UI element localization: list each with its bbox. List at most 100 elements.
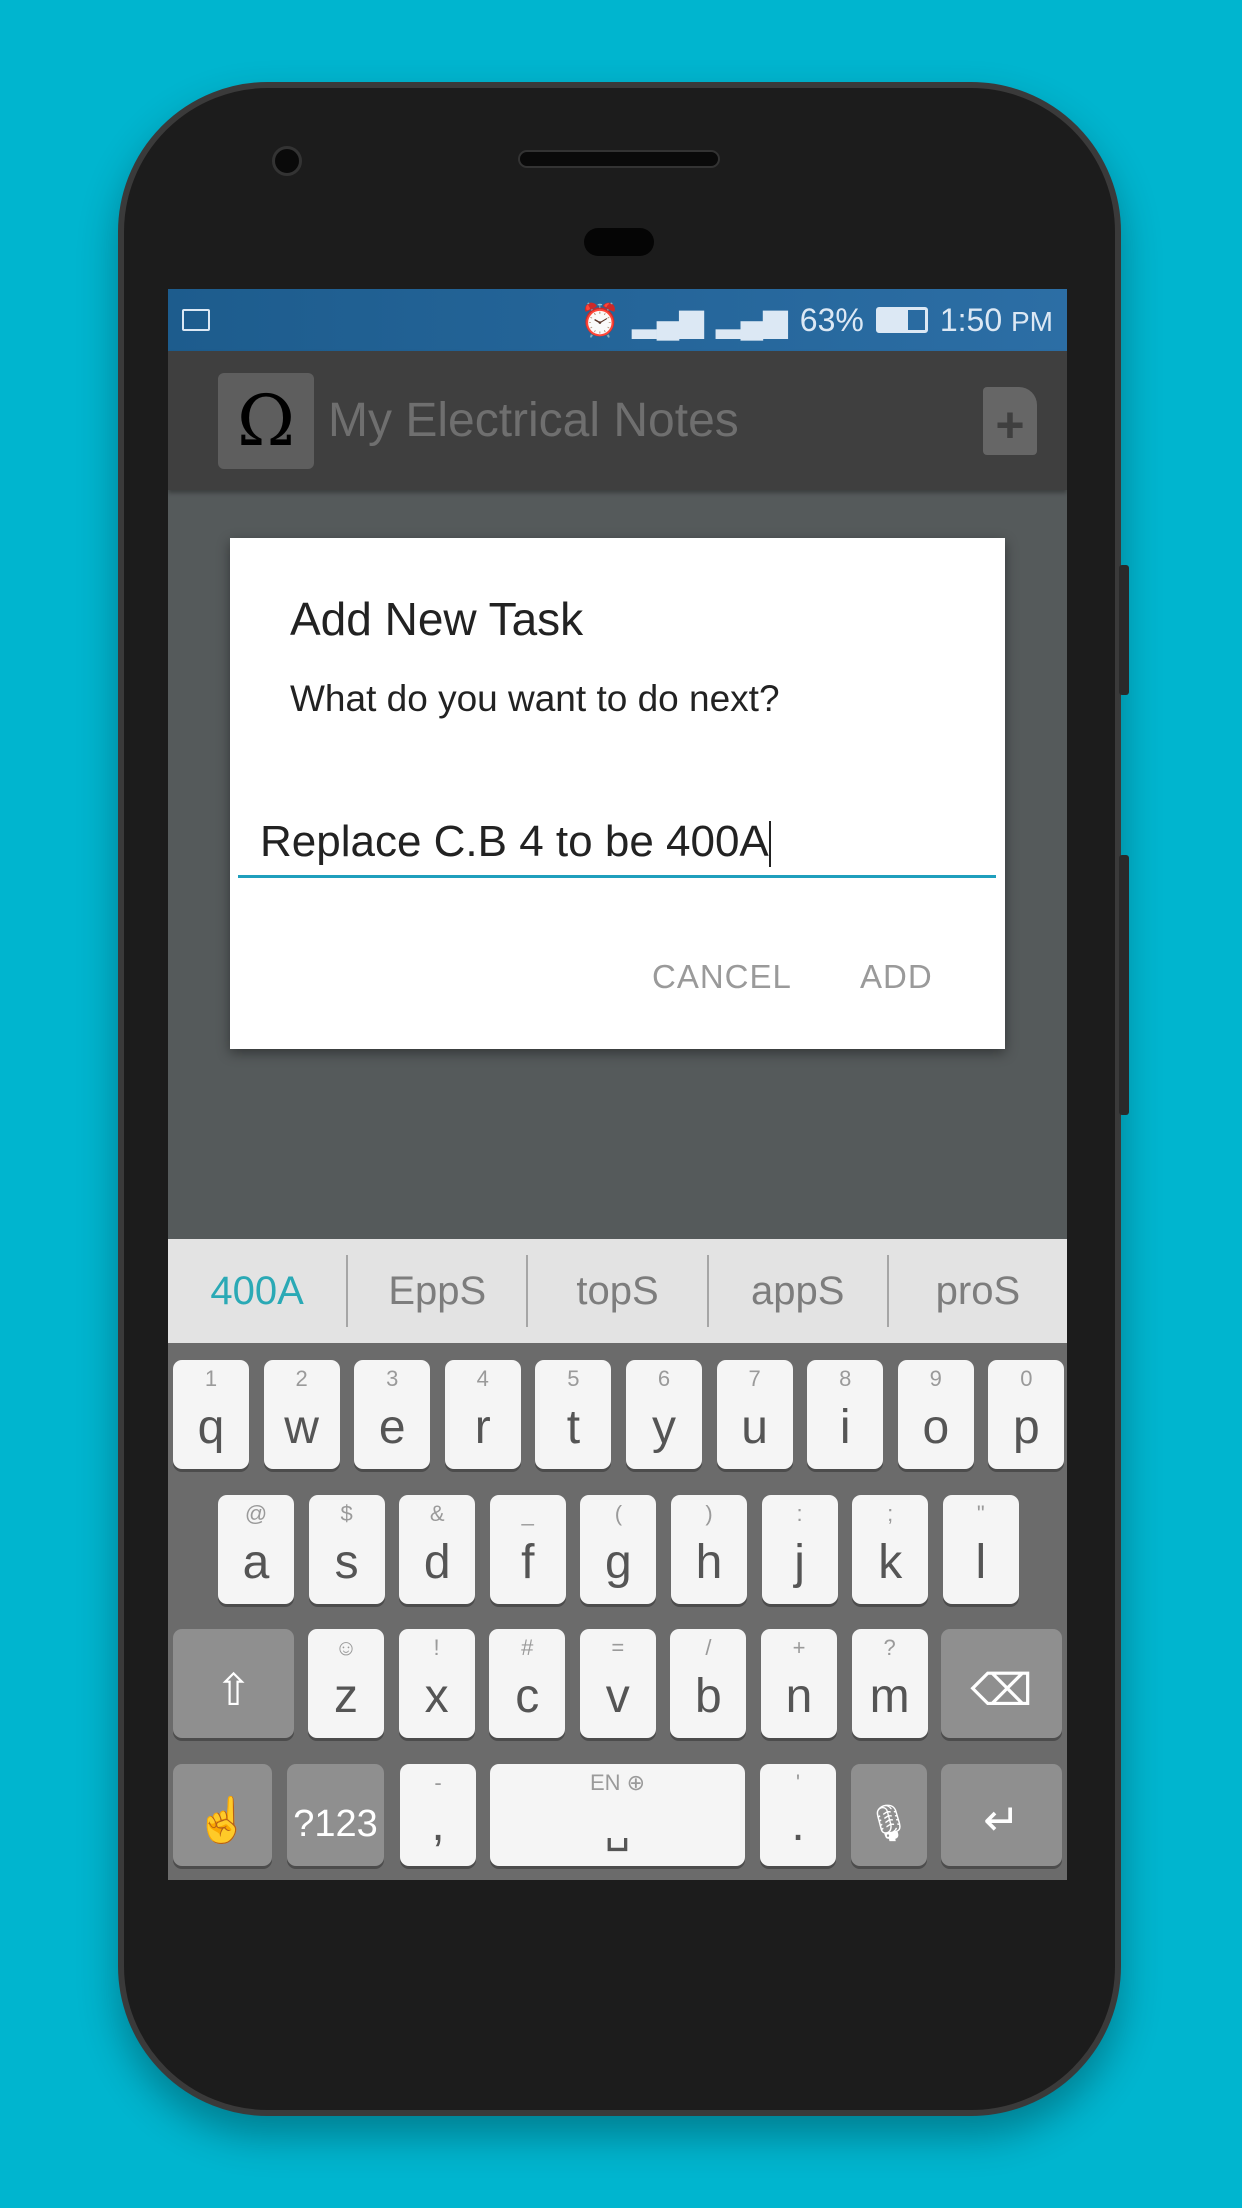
key-label: n [785, 1670, 813, 1723]
dialog-title: Add New Task [290, 593, 584, 645]
key-hint: 2 [295, 1366, 308, 1391]
soft-keyboard: 400A EppS topS appS proS 1q2w3e4r5t6y7u8… [168, 1239, 1067, 1880]
key-label: b [695, 1670, 722, 1723]
key-label: x [424, 1670, 449, 1723]
key-label: s [334, 1536, 359, 1589]
key-label: z [334, 1670, 358, 1723]
volume-button [1119, 855, 1129, 1115]
comma-key[interactable]: -, [400, 1764, 476, 1866]
suggestion[interactable]: 400A [168, 1255, 349, 1327]
space-key[interactable]: EN ⊕ ␣ [490, 1764, 745, 1866]
enter-key[interactable]: ↵ [941, 1764, 1062, 1866]
app-title: My Electrical Notes [328, 394, 739, 447]
suggestion[interactable]: appS [709, 1255, 889, 1327]
key-p[interactable]: 0p [988, 1360, 1065, 1469]
key-r[interactable]: 4r [444, 1360, 521, 1469]
key-hint: 7 [748, 1366, 761, 1391]
mic-key[interactable]: 🎙 [851, 1764, 927, 1866]
battery-icon [875, 307, 928, 333]
clock: 1:50 PM [939, 301, 1053, 338]
cancel-button[interactable]: CANCEL [652, 958, 792, 996]
key-t[interactable]: 5t [535, 1360, 612, 1469]
alarm-icon: ⏰ [580, 302, 620, 338]
signal-icon-2: ▂▄▆ [715, 302, 788, 338]
backspace-key[interactable]: ⌫ [941, 1629, 1062, 1738]
key-label: e [378, 1401, 406, 1454]
key-s[interactable]: $ s [308, 1495, 385, 1604]
key-label: v [605, 1670, 630, 1723]
key-y[interactable]: 6y [626, 1360, 702, 1469]
key-hint: $ [340, 1501, 353, 1526]
key-hint: 3 [386, 1366, 399, 1391]
key-label: j [794, 1536, 805, 1589]
key-e[interactable]: 3e [354, 1360, 431, 1469]
key-z[interactable]: ☺ z [308, 1629, 384, 1738]
gesture-key[interactable]: ☝ [173, 1764, 272, 1866]
phone-screen: ⏰ ▂▄▆ ▂▄▆ 63% 1:50 PM Ω My Electrical No… [168, 289, 1067, 1880]
suggestion[interactable]: EppS [348, 1255, 529, 1327]
key-h[interactable]: ) h [671, 1495, 747, 1604]
battery-percent: 63% [799, 301, 864, 338]
key-j[interactable]: :j [761, 1495, 838, 1604]
key-hint: : [796, 1501, 803, 1526]
key-hint: & [429, 1501, 445, 1526]
key-label: r [474, 1401, 491, 1454]
key-hint: ) [705, 1501, 713, 1526]
proximity-sensor [584, 228, 654, 256]
key-label: c [515, 1670, 540, 1723]
key-label: k [878, 1536, 903, 1589]
key-hint: ! [433, 1635, 440, 1660]
key-hint: / [705, 1635, 712, 1660]
task-input[interactable]: Replace C.B 4 to be 400A [238, 808, 996, 878]
key-label: t [566, 1401, 581, 1454]
key-hint: = [611, 1635, 625, 1660]
key-hint: " [976, 1501, 985, 1526]
key-o[interactable]: 9o [897, 1360, 974, 1469]
key-i[interactable]: 8i [807, 1360, 884, 1469]
key-hint: + [792, 1635, 806, 1660]
key-v[interactable]: = v [579, 1629, 656, 1738]
key-w[interactable]: 2w [263, 1360, 340, 1469]
key-label: p [1013, 1401, 1040, 1454]
key-b[interactable]: / b [670, 1629, 747, 1738]
key-hint: ☺ [334, 1635, 358, 1660]
key-x[interactable]: ! x [398, 1629, 475, 1738]
period-key[interactable]: '. [760, 1764, 836, 1866]
suggestion[interactable]: proS [889, 1255, 1067, 1327]
key-m[interactable]: ? m [851, 1629, 928, 1738]
key-hint: # [521, 1635, 534, 1660]
dialog-message: What do you want to do next? [290, 678, 780, 719]
suggestion[interactable]: topS [528, 1255, 709, 1327]
key-q[interactable]: 1q [173, 1360, 249, 1469]
key-d[interactable]: & d [399, 1495, 476, 1604]
key-hint: ? [883, 1635, 896, 1660]
add-button[interactable]: ADD [860, 958, 933, 996]
key-label: u [741, 1401, 768, 1454]
key-hint: 1 [204, 1366, 218, 1391]
key-label: l [975, 1536, 987, 1589]
add-note-icon[interactable]: + [983, 386, 1037, 455]
key-label: a [242, 1536, 270, 1589]
key-label: i [839, 1401, 851, 1454]
earpiece-speaker [518, 150, 720, 168]
key-u[interactable]: 7u [716, 1360, 793, 1469]
key-f[interactable]: _ f [489, 1495, 566, 1604]
key-n[interactable]: + n [761, 1629, 837, 1738]
key-label: q [197, 1401, 225, 1454]
key-a[interactable]: @ a [218, 1495, 294, 1604]
key-hint: 5 [567, 1366, 580, 1391]
key-hint: 8 [839, 1366, 852, 1391]
shift-key[interactable]: ⇧ [173, 1629, 294, 1738]
key-hint: ; [887, 1501, 894, 1526]
symbols-key[interactable]: ?123 [287, 1764, 384, 1866]
app-bar: Ω My Electrical Notes + [168, 351, 1067, 490]
key-l[interactable]: " l [942, 1495, 1019, 1604]
key-hint: @ [244, 1501, 268, 1526]
key-g[interactable]: (g [580, 1495, 657, 1604]
text-caret [768, 821, 771, 868]
key-label: y [652, 1401, 676, 1454]
key-c[interactable]: # c [489, 1629, 566, 1738]
key-k[interactable]: ; k [852, 1495, 929, 1604]
key-label: h [695, 1536, 723, 1589]
key-label: o [922, 1401, 950, 1454]
